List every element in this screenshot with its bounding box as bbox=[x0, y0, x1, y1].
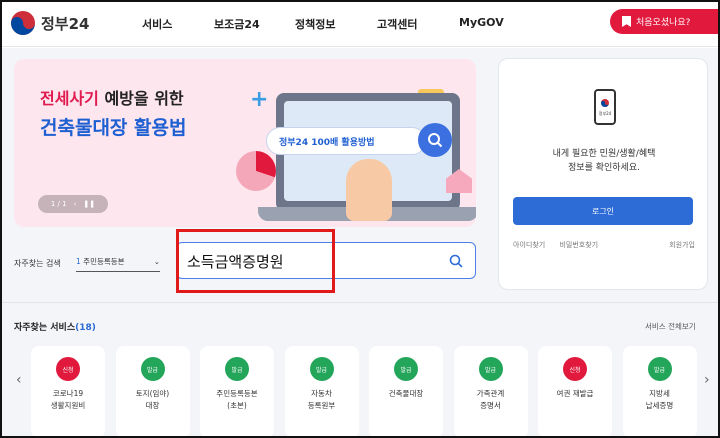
service-tile-land-register[interactable]: 발급토지(임야) 대장 bbox=[115, 346, 190, 438]
chevron-right-icon[interactable]: › bbox=[704, 372, 710, 388]
service-tile-resident-registration[interactable]: 발급주민등록등본 (초본) bbox=[200, 346, 274, 438]
frequent-search-rank: 1 bbox=[76, 257, 81, 266]
pause-icon[interactable]: ❚❚ bbox=[83, 200, 95, 208]
view-all-services-link[interactable]: 서비스 전체보기 bbox=[645, 321, 696, 332]
find-password-link[interactable]: 비밀번호찾기 bbox=[559, 241, 598, 249]
service-label: 자동차 등록원부 bbox=[307, 389, 336, 410]
service-tile-passport-reissue[interactable]: 신청여권 재발급 bbox=[538, 346, 612, 438]
service-tile-local-tax-certificate[interactable]: 발급지방세 납세증명 bbox=[622, 346, 697, 438]
banner-pager[interactable]: 1 / 1 ‹ ❚❚ bbox=[38, 195, 108, 213]
service-badge: 신청 bbox=[563, 357, 587, 381]
login-button[interactable]: 로그인 bbox=[513, 197, 693, 225]
login-message: 내게 필요한 민원/생활/혜택 정보를 확인하세요. bbox=[552, 149, 656, 173]
banner-title-line2: 건축물대장 활용법 bbox=[40, 117, 187, 139]
pie-decoration-icon bbox=[236, 151, 276, 191]
banner-title-line1: 전세사기 예방을 위한 bbox=[40, 89, 184, 108]
nav-subsidy[interactable]: 보조금24 bbox=[214, 16, 260, 32]
service-badge: 발급 bbox=[140, 357, 165, 381]
login-card: 정부24 내게 필요한 민원/생활/혜택 정보를 확인하세요. 로그인 아이디찾… bbox=[498, 58, 708, 290]
nav-policy[interactable]: 정책정보 bbox=[295, 16, 335, 32]
service-label: 여권 재발급 bbox=[556, 389, 594, 398]
phone-app-icon bbox=[594, 89, 616, 125]
service-badge: 발급 bbox=[225, 357, 249, 381]
search-icon[interactable] bbox=[449, 254, 463, 268]
service-tile-building-register[interactable]: 발급건축물대장 bbox=[369, 346, 443, 438]
service-badge: 발급 bbox=[309, 357, 334, 381]
service-label: 지방세 납세증명 bbox=[645, 389, 674, 410]
search-input[interactable]: 소득금액증명원 bbox=[176, 242, 476, 279]
bookmark-icon bbox=[622, 16, 631, 27]
pager-count: 1 / 1 bbox=[50, 200, 67, 208]
search-query: 소득금액증명원 bbox=[187, 253, 284, 271]
service-badge: 발급 bbox=[394, 357, 418, 381]
service-tile-covid-support[interactable]: 신청코로나19 생활지원비 bbox=[31, 346, 105, 438]
chevron-left-icon[interactable]: ‹ bbox=[16, 372, 22, 388]
service-label: 건축물대장 bbox=[388, 389, 424, 398]
frequent-search-label: 자주찾는 검색 bbox=[14, 259, 61, 268]
service-tile-vehicle-register[interactable]: 발급자동차 등록원부 bbox=[284, 346, 359, 438]
banner-search-box: 정부24 100배 활용방법 bbox=[266, 127, 426, 155]
section-divider bbox=[0, 302, 720, 303]
site-logo[interactable]: 정부24 bbox=[10, 10, 89, 36]
service-badge: 발급 bbox=[478, 357, 503, 381]
signup-link[interactable]: 회원가입 bbox=[669, 240, 695, 250]
hand-illustration bbox=[346, 159, 392, 221]
phone-app-label: 정부24 bbox=[598, 111, 612, 116]
service-badge: 신청 bbox=[56, 357, 80, 381]
find-id-link[interactable]: 아이디찾기 bbox=[513, 241, 545, 249]
prev-icon[interactable]: ‹ bbox=[74, 200, 77, 208]
chevron-down-icon: ⌄ bbox=[153, 257, 160, 266]
frequent-search-value: 주민등록등본 bbox=[83, 257, 125, 266]
service-tile-family-certificate[interactable]: 발급가족관계 증명서 bbox=[453, 346, 528, 438]
service-badge: 발급 bbox=[647, 357, 672, 381]
taegeuk-logo-icon bbox=[10, 10, 36, 36]
logo-text: 정부24 bbox=[41, 14, 90, 33]
banner-search-icon bbox=[418, 123, 452, 157]
service-label: 토지(임야) 대장 bbox=[135, 389, 170, 410]
service-label: 코로나19 생활지원비 bbox=[50, 389, 86, 410]
top-header: 정부24 서비스 보조금24 정책정보 고객센터 MyGOV 처음오셨나요? bbox=[0, 0, 720, 47]
plus-decoration-icon: + bbox=[250, 87, 269, 112]
service-label: 가족관계 증명서 bbox=[476, 389, 505, 410]
first-visit-label: 처음오셨나요? bbox=[636, 18, 691, 28]
nav-customer-center[interactable]: 고객센터 bbox=[377, 16, 417, 32]
nav-mygov[interactable]: MyGOV bbox=[459, 16, 504, 29]
frequent-search-select[interactable]: 1 주민등록등본 ⌄ bbox=[76, 252, 160, 272]
promo-banner[interactable]: 전세사기 예방을 위한 건축물대장 활용법 + 정부24 100배 활용방법 1… bbox=[14, 59, 476, 227]
login-links: 아이디찾기 비밀번호찾기 bbox=[513, 240, 598, 250]
services-title: 자주찾는 서비스(18) bbox=[14, 323, 96, 333]
nav-services[interactable]: 서비스 bbox=[142, 16, 172, 32]
first-visit-button[interactable]: 처음오셨나요? bbox=[610, 9, 718, 34]
service-label: 주민등록등본 (초본) bbox=[216, 389, 258, 410]
